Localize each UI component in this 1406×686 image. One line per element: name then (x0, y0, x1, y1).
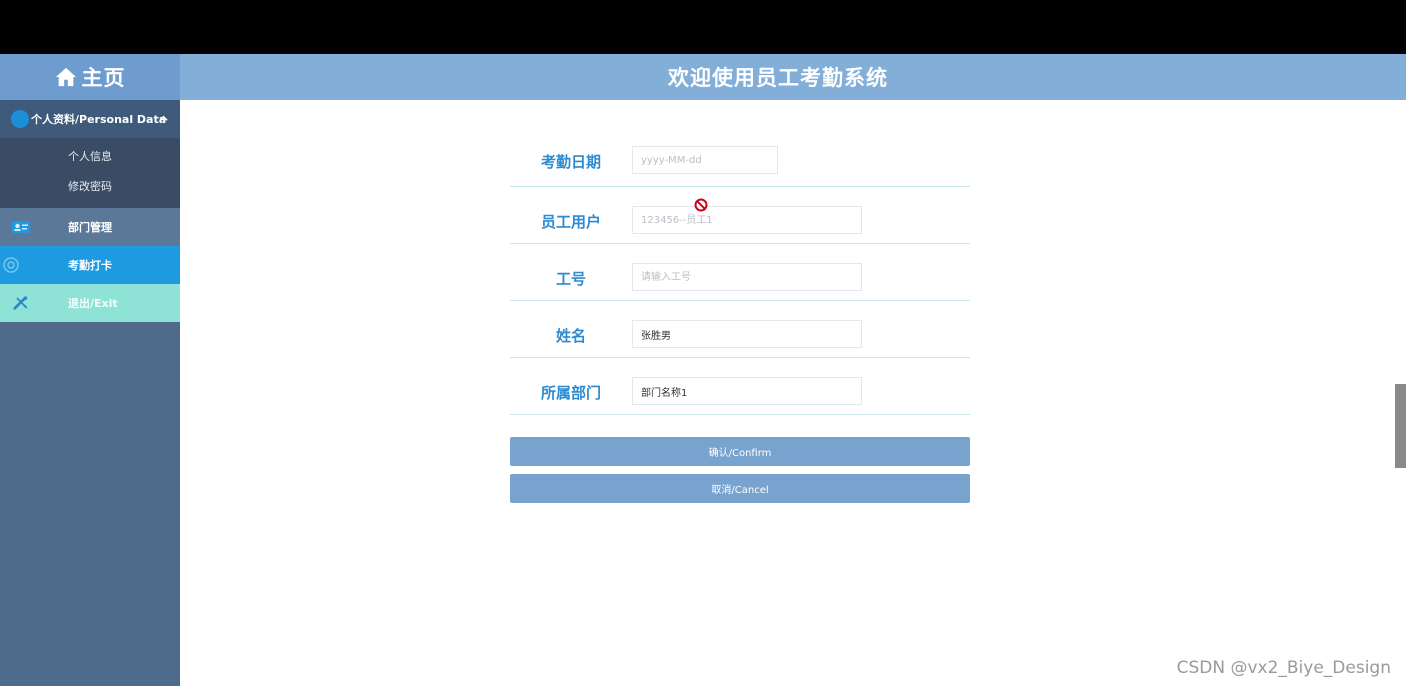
form-row-date: 考勤日期 (510, 100, 970, 187)
sidebar: 个人资料/Personal Data 个人信息 修改密码 部门管理 考勤打卡 退… (0, 100, 180, 686)
name-label: 姓名 (555, 327, 586, 345)
sidebar-submenu: 个人信息 修改密码 (0, 138, 180, 208)
chevron-up-icon (159, 115, 168, 121)
name-input[interactable] (632, 320, 862, 348)
top-header: 主页 欢迎使用员工考勤系统 (0, 54, 1406, 100)
sidebar-item-department[interactable]: 部门管理 (0, 208, 180, 246)
form-row-name: 姓名 (510, 301, 970, 358)
form-row-user: 员工用户 (510, 187, 970, 244)
form-row-department: 所属部门 (510, 358, 970, 415)
employee-user-select[interactable] (632, 206, 862, 234)
sidebar-item-personal-info[interactable]: 个人信息 (0, 142, 180, 172)
employee-id-label: 工号 (555, 270, 586, 288)
cancel-button[interactable]: 取消/Cancel (510, 474, 970, 503)
sidebar-group-personal-data[interactable]: 个人资料/Personal Data (0, 100, 180, 138)
page-title: 欢迎使用员工考勤系统 (668, 66, 888, 90)
user-circle-icon (11, 110, 29, 128)
confirm-button[interactable]: 确认/Confirm (510, 437, 970, 466)
sidebar-item-change-password[interactable]: 修改密码 (0, 172, 180, 202)
department-label: 所属部门 (540, 384, 601, 402)
scrollbar-thumb[interactable] (1395, 384, 1406, 468)
department-input[interactable] (632, 377, 862, 405)
not-allowed-cursor-icon (694, 198, 708, 212)
form-row-employee-id: 工号 (510, 244, 970, 301)
home-link[interactable]: 主页 (0, 54, 180, 100)
sidebar-item-exit[interactable]: 退出/Exit (0, 284, 180, 322)
sidebar-item-label: 退出/Exit (68, 297, 118, 310)
gear-icon (3, 257, 19, 273)
home-label: 主页 (81, 66, 126, 90)
sidebar-item-attendance[interactable]: 考勤打卡 (0, 246, 180, 284)
app-window: 主页 欢迎使用员工考勤系统 个人资料/Personal Data 个人信息 修改… (0, 54, 1406, 686)
employee-user-label: 员工用户 (540, 213, 601, 231)
date-label: 考勤日期 (540, 153, 601, 171)
date-input[interactable] (632, 146, 778, 174)
id-card-icon (12, 221, 30, 233)
home-icon (55, 67, 76, 87)
sidebar-item-label: 考勤打卡 (68, 259, 112, 272)
watermark: CSDN @vx2_Biye_Design (1176, 658, 1391, 678)
sidebar-item-label: 部门管理 (68, 221, 112, 234)
employee-id-input[interactable] (632, 263, 862, 291)
sidebar-group-label: 个人资料/Personal Data (31, 113, 167, 126)
tools-icon (13, 296, 28, 310)
